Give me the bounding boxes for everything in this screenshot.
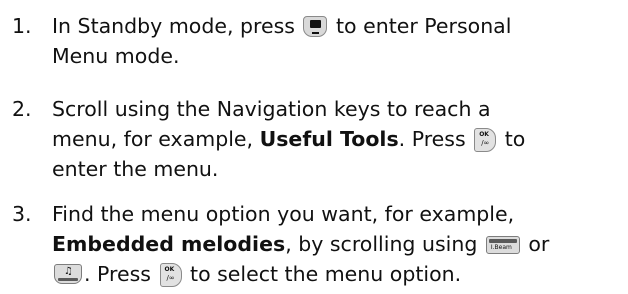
volume-key-label: I.Beam	[490, 244, 512, 251]
step-text-fragment: . Press	[84, 262, 158, 286]
step-text-fragment: to select the menu option.	[183, 262, 462, 286]
step-text-fragment: or	[521, 232, 550, 256]
step-line: Find the menu option you want, for examp…	[52, 202, 515, 226]
menu-option-embedded-melodies: Embedded melodies	[52, 232, 286, 256]
ok-key-icon: OK/∞	[159, 263, 182, 287]
ok-key-label: OK	[479, 131, 489, 138]
step-line: In Standby mode, press to enter Personal	[52, 11, 626, 41]
ok-key-icon: OK/∞	[474, 128, 497, 152]
personal-menu-key-icon	[303, 16, 328, 37]
step-number: 3.	[12, 202, 32, 226]
ok-key-sub-label: /∞	[166, 274, 175, 282]
step-text-fragment: , by scrolling using	[285, 232, 484, 256]
volume-key-icon: I.Beam	[485, 236, 520, 254]
music-key-label: ♫	[64, 266, 73, 277]
step-text-fragment: In Standby mode, press	[52, 14, 302, 38]
step-text: Find the menu option you want, for examp…	[52, 199, 626, 289]
ok-key-sub-label: /∞	[481, 139, 490, 147]
music-key-icon: ♫	[54, 264, 82, 284]
step-number: 1.	[12, 14, 32, 38]
ok-key-label: OK	[164, 266, 175, 273]
step-text-fragment: to	[498, 127, 526, 151]
step-line: ♫ . Press OK/∞ to select the menu option.	[52, 259, 626, 289]
step-text-fragment: . Press	[398, 127, 473, 151]
step-text: In Standby mode, press to enter Personal…	[52, 11, 626, 71]
step-line: Embedded melodies, by scrolling using I.…	[52, 229, 626, 259]
step-line: Scroll using the Navigation keys to reac…	[52, 97, 491, 121]
step-line: menu, for example, Useful Tools. Press O…	[52, 124, 626, 154]
step-text-fragment: menu, for example,	[52, 127, 260, 151]
manual-page: { "steps": [ { "number": "1.", "line1_pr…	[0, 0, 628, 294]
step-number: 2.	[12, 97, 32, 121]
step-line: Menu mode.	[52, 44, 180, 68]
menu-name-useful-tools: Useful Tools	[259, 127, 399, 151]
step-text: Scroll using the Navigation keys to reac…	[52, 94, 626, 184]
step-line: enter the menu.	[52, 157, 219, 181]
step-text-fragment: to enter Personal	[329, 14, 512, 38]
